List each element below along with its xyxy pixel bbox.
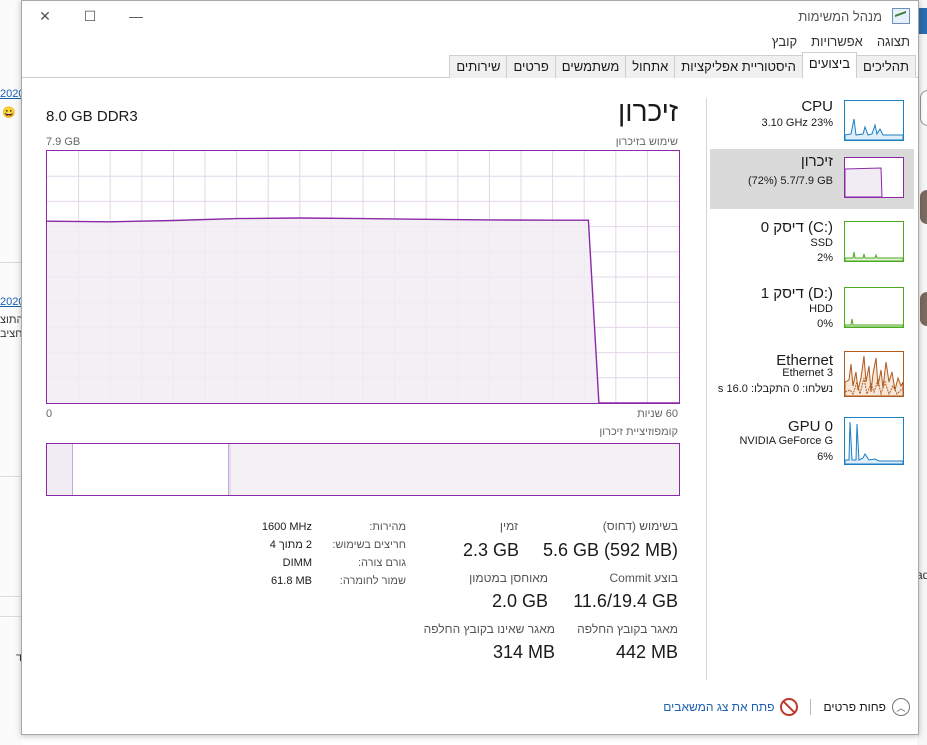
slots-label: חריצים בשימוש:: [332, 539, 406, 551]
memory-spec: 8.0 GB DDR3: [46, 108, 138, 125]
disk-0-sparkline: [844, 221, 904, 262]
background-divider: [0, 596, 22, 597]
sidebar-item-detail: Ethernet 3: [782, 367, 833, 379]
resource-monitor-icon[interactable]: [780, 698, 799, 716]
sidebar-item-ethernet[interactable]: Ethernet Ethernet 3 נשלחו: 0 התקבלו: 16.…: [710, 348, 914, 408]
menu-bar: קובץ אפשרויות תצוגה: [772, 34, 910, 49]
tab-app-history[interactable]: היסטוריית אפליקציות: [674, 55, 803, 78]
disk-1-sparkline: [844, 287, 904, 328]
footer-separator: [810, 699, 812, 715]
sidebar-item-disk-1[interactable]: דיסק 1 (D:) HDD 0%: [710, 281, 914, 341]
open-resource-monitor-link[interactable]: פתח את צג המשאבים: [663, 700, 774, 714]
sidebar-item-disk-0[interactable]: דיסק 0 (C:) SSD 2%: [710, 215, 914, 275]
background-avatar: [920, 90, 927, 126]
tab-bar: תהליכים ביצועים היסטוריית אפליקציות אתחו…: [22, 52, 918, 78]
fewer-details-link[interactable]: פחות פרטים: [823, 700, 886, 714]
panel-divider: [706, 98, 707, 680]
tab-performance[interactable]: ביצועים: [801, 52, 858, 78]
tab-details[interactable]: פרטים: [506, 55, 556, 78]
memory-usage-area: [47, 218, 679, 403]
sidebar-item-name: דיסק 1 (D:): [760, 285, 833, 302]
sidebar-item-memory[interactable]: זיכרון (72%) 5.7/7.9 GB: [710, 149, 914, 209]
paged-pool-label: מאגר בקובץ החלפה: [577, 622, 678, 636]
title-bar: ✕ ☐ — מנהל המשימות: [22, 1, 918, 31]
sidebar-item-gpu-0[interactable]: GPU 0 NVIDIA GeForce G 6%: [710, 414, 914, 474]
graph-title: שימוש בזיכרון: [615, 136, 678, 148]
background-emoji-icon: 😀: [2, 107, 16, 119]
cached-label: מאוחסן במטמון: [469, 571, 548, 585]
sidebar-item-detail: HDD: [809, 303, 833, 315]
window-title: מנהל המשימות: [798, 9, 882, 24]
reserved-label: שמור לחומרה:: [339, 575, 406, 587]
sidebar-item-detail: 0%: [817, 318, 833, 330]
available-label: זמין: [499, 519, 518, 533]
committed-label: בוצע Commit: [609, 571, 679, 585]
sidebar-item-detail: 3.10 GHz 23%: [761, 117, 833, 129]
speed-value: 1600 MHz: [261, 521, 312, 533]
sidebar-item-detail: 2%: [817, 252, 833, 264]
background-divider: [0, 476, 22, 477]
sidebar-item-detail: SSD: [810, 237, 833, 249]
composition-segment-standby: [229, 444, 231, 495]
sidebar-item-name: זיכרון: [800, 153, 833, 170]
cpu-sparkline: [844, 100, 904, 141]
axis-right-label: 60 שניות: [637, 408, 678, 420]
cached-value: 2.0 GB: [491, 591, 548, 611]
memory-usage-graph: [46, 150, 680, 404]
footer-actions: ︿ פחות פרטים פתח את צג המשאבים: [663, 698, 910, 716]
memory-sparkline: [844, 157, 904, 198]
sidebar-item-detail: נשלחו: 0 התקבלו: 16.0 s: [717, 383, 833, 395]
maximize-button[interactable]: ☐: [70, 5, 110, 27]
composition-segment-in-use: [47, 444, 73, 495]
tab-processes[interactable]: תהליכים: [856, 55, 916, 78]
composition-label: קומפוזיציית זיכרון: [599, 426, 678, 438]
performance-panel: CPU 3.10 GHz 23% זיכרון (72%) 5.7/7.9 GB…: [22, 78, 918, 690]
task-manager-window: ✕ ☐ — מנהל המשימות קובץ אפשרויות תצוגה ת…: [21, 0, 919, 735]
sidebar-item-detail: (72%) 5.7/7.9 GB: [748, 175, 833, 187]
background-avatar: [920, 292, 927, 326]
tab-services[interactable]: שירותים: [449, 55, 508, 78]
background-avatar: [920, 190, 927, 224]
nonpaged-pool-value: 314 MB: [492, 642, 555, 662]
available-value: 2.3 GB: [462, 540, 519, 560]
page-title: זיכרון: [618, 96, 678, 127]
speed-label: מהירות:: [369, 521, 406, 533]
sidebar-item-name: CPU: [801, 98, 833, 115]
form-factor-value: DIMM: [282, 557, 312, 569]
reserved-value: 61.8 MB: [271, 575, 312, 587]
ethernet-sparkline: [844, 351, 904, 397]
graph-max-label: 7.9 GB: [46, 136, 81, 148]
sidebar-item-name: דיסק 0 (C:): [760, 219, 833, 236]
minimize-button[interactable]: —: [116, 5, 156, 27]
menu-options[interactable]: אפשרויות: [811, 34, 863, 49]
gpu-sparkline: [844, 417, 904, 465]
in-use-label: בשימוש (דחוס): [602, 519, 678, 533]
menu-view[interactable]: תצוגה: [877, 34, 910, 49]
sidebar-item-name: GPU 0: [787, 418, 833, 435]
footer: ︿ פחות פרטים פתח את צג המשאבים: [22, 693, 918, 733]
tab-startup[interactable]: אתחול: [625, 55, 676, 78]
background-divider: [0, 262, 22, 263]
slots-value: 2 מתוך 4: [269, 539, 312, 551]
chevron-up-icon[interactable]: ︿: [892, 698, 910, 716]
background-divider: [0, 616, 22, 617]
sidebar-item-detail: 6%: [817, 451, 833, 463]
task-manager-icon: [892, 8, 910, 24]
paged-pool-value: 442 MB: [615, 642, 678, 662]
axis-left-label: 0: [46, 408, 53, 420]
nonpaged-pool-label: מאגר שאינו בקובץ החלפה: [423, 622, 555, 636]
memory-composition-bar: [46, 443, 680, 496]
tab-users[interactable]: משתמשים: [554, 55, 627, 78]
committed-value: 11.6/19.4 GB: [573, 591, 678, 611]
composition-segment-modified: [73, 444, 229, 495]
sidebar-item-detail: NVIDIA GeForce G: [739, 435, 833, 447]
background-text: חציב: [0, 328, 23, 340]
form-factor-label: גורם צורה:: [357, 557, 406, 569]
menu-file[interactable]: קובץ: [772, 34, 797, 49]
close-button[interactable]: ✕: [25, 5, 65, 27]
background-text: התוצ: [0, 314, 24, 326]
sidebar-item-cpu[interactable]: CPU 3.10 GHz 23%: [710, 94, 914, 154]
in-use-value: 5.6 GB (592 MB): [542, 540, 678, 560]
